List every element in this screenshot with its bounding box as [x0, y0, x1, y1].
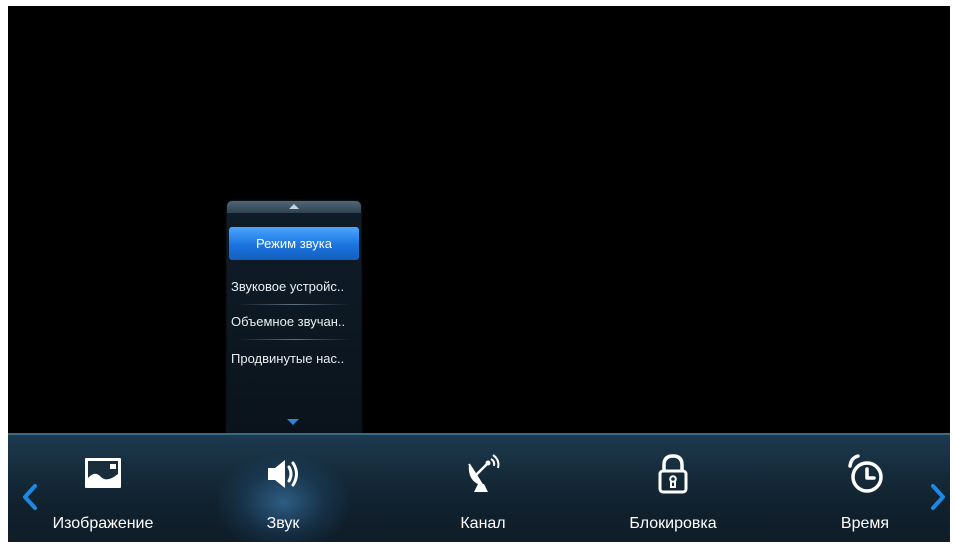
triangle-up-icon[interactable]	[289, 204, 299, 209]
nav-item-time[interactable]: Время	[820, 435, 910, 540]
submenu-item-audio-device[interactable]: Звуковое устройс..	[227, 270, 361, 304]
tv-screen: Режим звука Звуковое устройс.. Объемное …	[8, 6, 950, 542]
satellite-dish-icon	[468, 454, 500, 492]
triangle-down-icon[interactable]	[287, 419, 299, 425]
submenu-item-advanced-settings[interactable]: Продвинутые нас..	[227, 342, 361, 376]
nav-label: Канал	[460, 515, 506, 532]
padlock-icon	[658, 454, 688, 494]
chevron-left-icon[interactable]	[20, 483, 40, 511]
chevron-right-icon[interactable]	[928, 483, 948, 511]
speaker-icon	[268, 460, 298, 488]
submenu-item-sound-mode[interactable]: Режим звука	[229, 227, 359, 260]
nav-label: Время	[840, 515, 890, 532]
nav-label: Блокировка	[629, 515, 717, 532]
nav-label: Звук	[266, 515, 300, 532]
submenu-item-surround-sound[interactable]: Объемное звучан..	[227, 305, 361, 339]
nav-item-lock[interactable]: Блокировка	[618, 435, 728, 540]
alarm-clock-icon	[848, 454, 883, 493]
nav-item-picture[interactable]: Изображение	[38, 435, 168, 540]
bottom-menu-bar: Изображение Звук Канал Блокировка Время	[8, 433, 950, 542]
sound-submenu: Режим звука Звуковое устройс.. Объемное …	[227, 201, 361, 434]
submenu-divider	[237, 339, 351, 340]
nav-item-channel[interactable]: Канал	[433, 435, 533, 540]
picture-icon	[85, 458, 121, 488]
nav-item-sound[interactable]: Звук	[233, 435, 333, 540]
nav-label: Изображение	[52, 515, 154, 532]
